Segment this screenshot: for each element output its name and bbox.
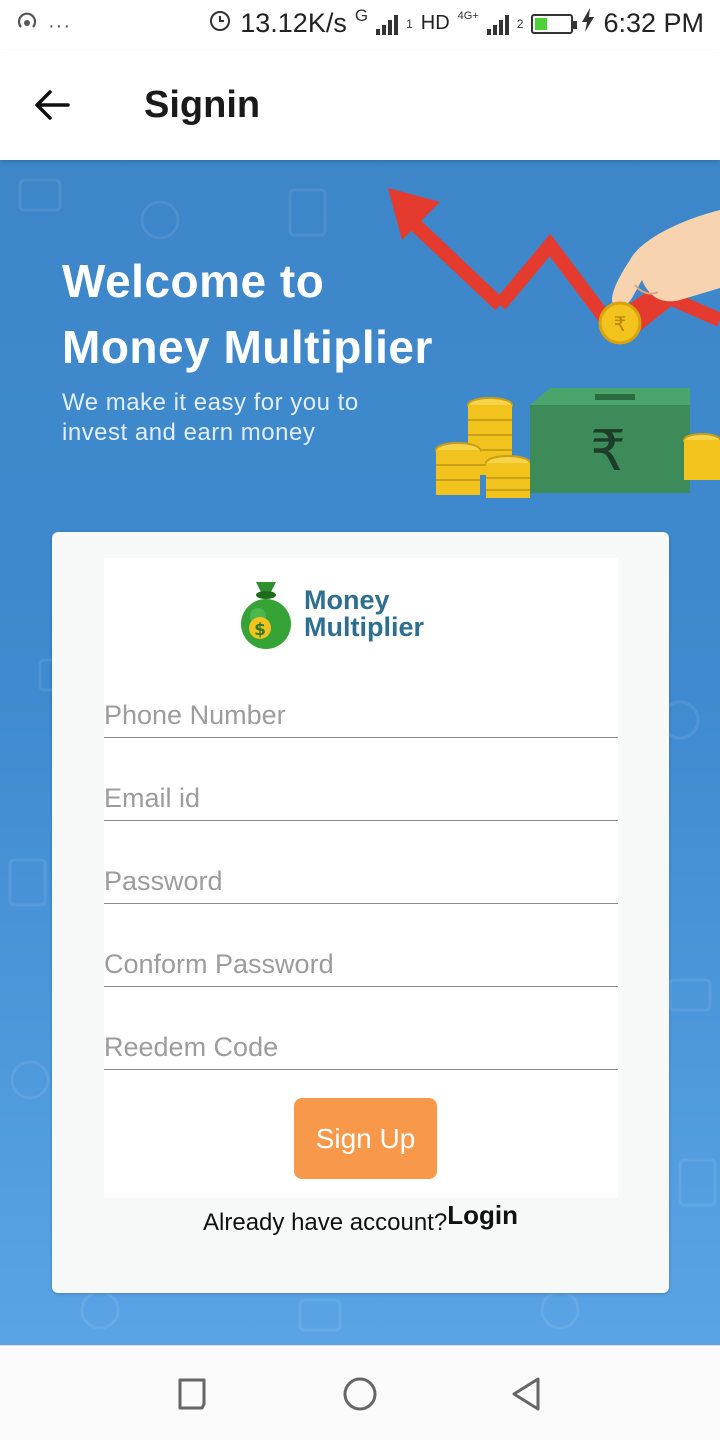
- net-type-1: G: [354, 5, 369, 25]
- svg-text:$: $: [254, 620, 266, 640]
- money-bag-icon: $: [241, 582, 291, 649]
- system-nav-bar: [0, 1345, 720, 1440]
- status-right: 13.12K/s G 1 HD 4G+ 2 6:32 PM: [208, 5, 704, 39]
- email-input[interactable]: [104, 783, 618, 814]
- confirm-password-input[interactable]: [104, 949, 618, 980]
- redeem-code-input[interactable]: [104, 1032, 618, 1063]
- back-triangle-icon: [512, 1377, 540, 1411]
- hd-label: HD: [420, 12, 450, 34]
- sim-2-label: 2: [516, 16, 524, 31]
- status-bar: ··· 13.12K/s G 1 HD 4G+ 2 6:32 PM: [0, 0, 720, 50]
- welcome-title-line-2: Money Multiplier: [62, 321, 433, 373]
- battery-icon: [531, 13, 578, 34]
- hotspot-icon: [16, 12, 38, 40]
- home-button[interactable]: [340, 1374, 380, 1414]
- confirm-password-field: [104, 931, 618, 987]
- already-have-account-text: Already have account?: [203, 1209, 448, 1236]
- signal-icon: [376, 13, 399, 35]
- net-type-2: 4G+: [457, 9, 479, 22]
- welcome-subtitle-line-2: invest and earn money: [62, 419, 316, 446]
- welcome-banner: Welcome to Money Multiplier We make it e…: [0, 160, 720, 532]
- login-link[interactable]: Login: [447, 1200, 518, 1230]
- alarm-icon: [208, 8, 232, 39]
- app-bar: Signin: [0, 50, 720, 160]
- charging-icon: [581, 8, 595, 39]
- login-prompt: Already have account?Login: [52, 1200, 669, 1237]
- sign-up-button[interactable]: Sign Up: [294, 1098, 437, 1179]
- back-nav-button[interactable]: [506, 1374, 546, 1414]
- email-field: [104, 765, 618, 821]
- redeem-code-field: [104, 1014, 618, 1070]
- signup-form: $ Money Multiplier Sign: [104, 558, 618, 1198]
- password-field: [104, 848, 618, 904]
- status-left: ···: [16, 12, 71, 40]
- svg-text:₹: ₹: [590, 419, 626, 484]
- welcome-subtitle: We make it easy for you to invest and ea…: [62, 388, 359, 448]
- logo-text-line-2: Multiplier: [304, 612, 424, 642]
- logo-text: Money Multiplier: [304, 587, 424, 641]
- hand-icon: [612, 210, 720, 308]
- signal-icon: [486, 13, 509, 35]
- clock: 6:32 PM: [603, 8, 704, 38]
- signup-card: $ Money Multiplier Sign: [52, 532, 669, 1293]
- growth-illustration: ₹ ₹: [388, 188, 720, 498]
- welcome-subtitle-line-1: We make it easy for you to: [62, 389, 359, 416]
- coin-stack-icon: [435, 397, 531, 498]
- recents-button[interactable]: [172, 1374, 212, 1414]
- welcome-title: Welcome to Money Multiplier: [62, 248, 433, 380]
- sim-1-label: 1: [406, 16, 413, 31]
- logo-text-line-1: Money: [304, 585, 390, 615]
- app-logo: $ Money Multiplier: [238, 578, 424, 650]
- more-dots-icon: ···: [48, 14, 71, 37]
- page-title: Signin: [144, 84, 261, 126]
- net-speed: 13.12K/s: [240, 8, 347, 38]
- recents-square-icon: [178, 1378, 206, 1410]
- rupee-coin-icon: ₹: [598, 301, 642, 345]
- money-box-icon: ₹: [530, 388, 720, 493]
- home-circle-icon: [343, 1377, 377, 1411]
- content-area: Welcome to Money Multiplier We make it e…: [0, 160, 720, 1345]
- welcome-title-line-1: Welcome to: [62, 255, 325, 307]
- arrow-left-icon: [35, 90, 70, 120]
- phone-number-field: [104, 682, 618, 738]
- password-input[interactable]: [104, 866, 618, 897]
- back-button[interactable]: [22, 80, 82, 130]
- phone-number-input[interactable]: [104, 700, 618, 731]
- svg-text:₹: ₹: [614, 312, 627, 336]
